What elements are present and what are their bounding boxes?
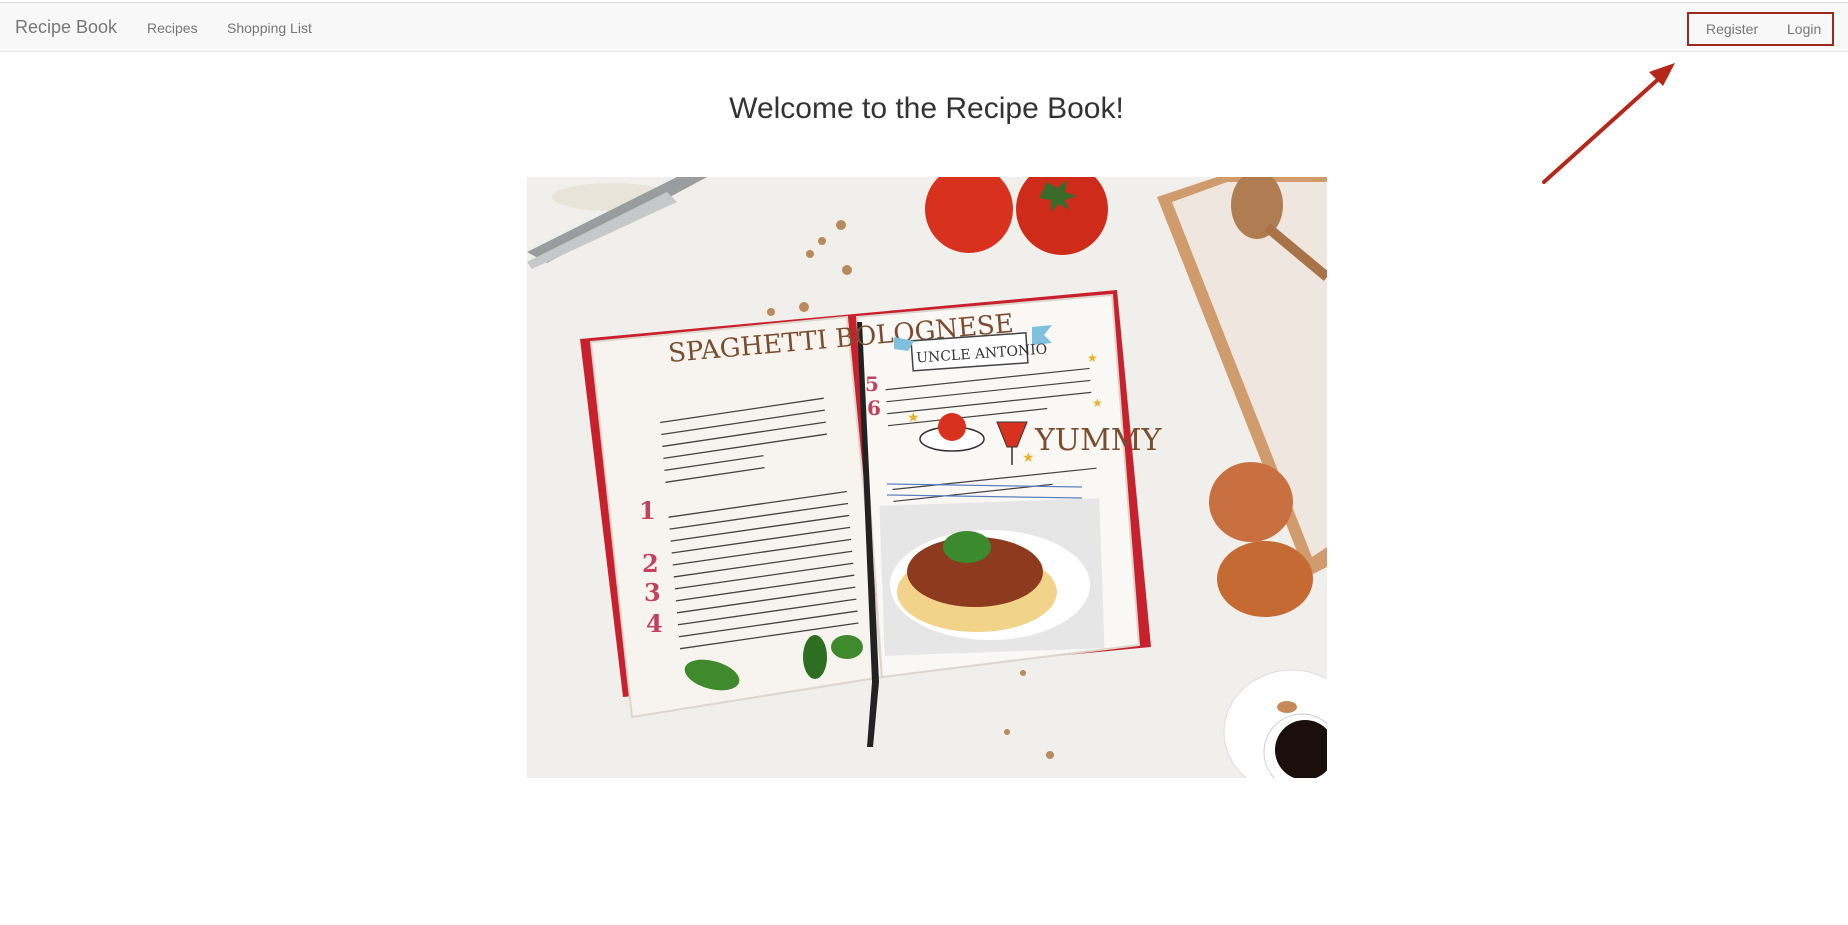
svg-text:★: ★ — [1092, 396, 1103, 410]
step-number-1: 1 — [639, 496, 656, 525]
page-title: Welcome to the Recipe Book! — [729, 92, 1124, 125]
nav-link-shopping-list[interactable]: Shopping List — [227, 20, 312, 36]
navbar: Recipe Book Recipes Shopping List Regist… — [0, 2, 1848, 52]
brand-link[interactable]: Recipe Book — [15, 17, 117, 38]
recipe-notebook-illustration: SPAGHETTI BOLOGNESE 1 2 3 4 UNCLE ANTONI… — [527, 177, 1327, 778]
auth-links-highlight: Register Login — [1687, 12, 1834, 46]
step-number-5: 5 — [865, 372, 879, 396]
hero-image: SPAGHETTI BOLOGNESE 1 2 3 4 UNCLE ANTONI… — [527, 177, 1327, 778]
step-number-4: 4 — [646, 609, 663, 638]
step-number-2: 2 — [642, 549, 659, 578]
nav-link-recipes[interactable]: Recipes — [147, 20, 198, 36]
step-number-6: 6 — [867, 396, 881, 420]
notebook-right-caption: YUMMY — [1034, 423, 1163, 458]
svg-text:★: ★ — [1022, 449, 1035, 465]
svg-text:★: ★ — [1087, 351, 1098, 365]
register-link[interactable]: Register — [1706, 21, 1758, 37]
svg-text:★: ★ — [907, 409, 920, 425]
login-link[interactable]: Login — [1787, 21, 1821, 37]
step-number-3: 3 — [644, 578, 661, 607]
